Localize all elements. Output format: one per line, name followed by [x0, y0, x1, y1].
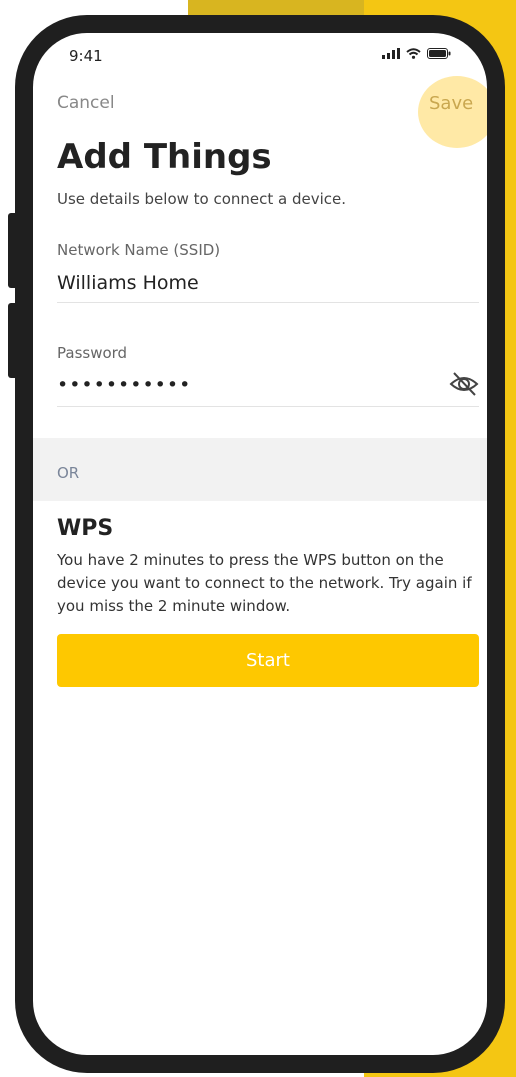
- volume-down-button: [8, 303, 18, 378]
- phone-screen: 9:41 Cancel Save Add Things Use details …: [33, 33, 487, 1055]
- password-field[interactable]: •••••••••••: [57, 374, 191, 396]
- page-title: Add Things: [57, 137, 272, 177]
- network-name-label: Network Name (SSID): [57, 241, 221, 259]
- status-icons: [382, 48, 451, 59]
- cancel-button[interactable]: Cancel: [57, 93, 115, 113]
- password-underline: [57, 406, 479, 407]
- page-subtitle: Use details below to connect a device.: [57, 190, 347, 208]
- wps-description: You have 2 minutes to press the WPS butt…: [57, 551, 472, 615]
- status-time: 9:41: [69, 47, 103, 65]
- wps-title: WPS: [57, 516, 114, 541]
- eye-slash-icon[interactable]: [448, 370, 480, 398]
- wifi-icon: [406, 48, 421, 59]
- or-divider: OR: [33, 438, 487, 501]
- or-label: OR: [57, 464, 80, 482]
- network-name-underline: [57, 302, 479, 303]
- battery-icon: [427, 48, 451, 59]
- signal-icon: [382, 48, 400, 59]
- volume-up-button: [8, 213, 18, 288]
- network-name-field[interactable]: Williams Home: [57, 272, 199, 294]
- password-label: Password: [57, 344, 128, 362]
- save-button[interactable]: Save: [429, 93, 473, 114]
- start-button[interactable]: Start: [57, 634, 479, 687]
